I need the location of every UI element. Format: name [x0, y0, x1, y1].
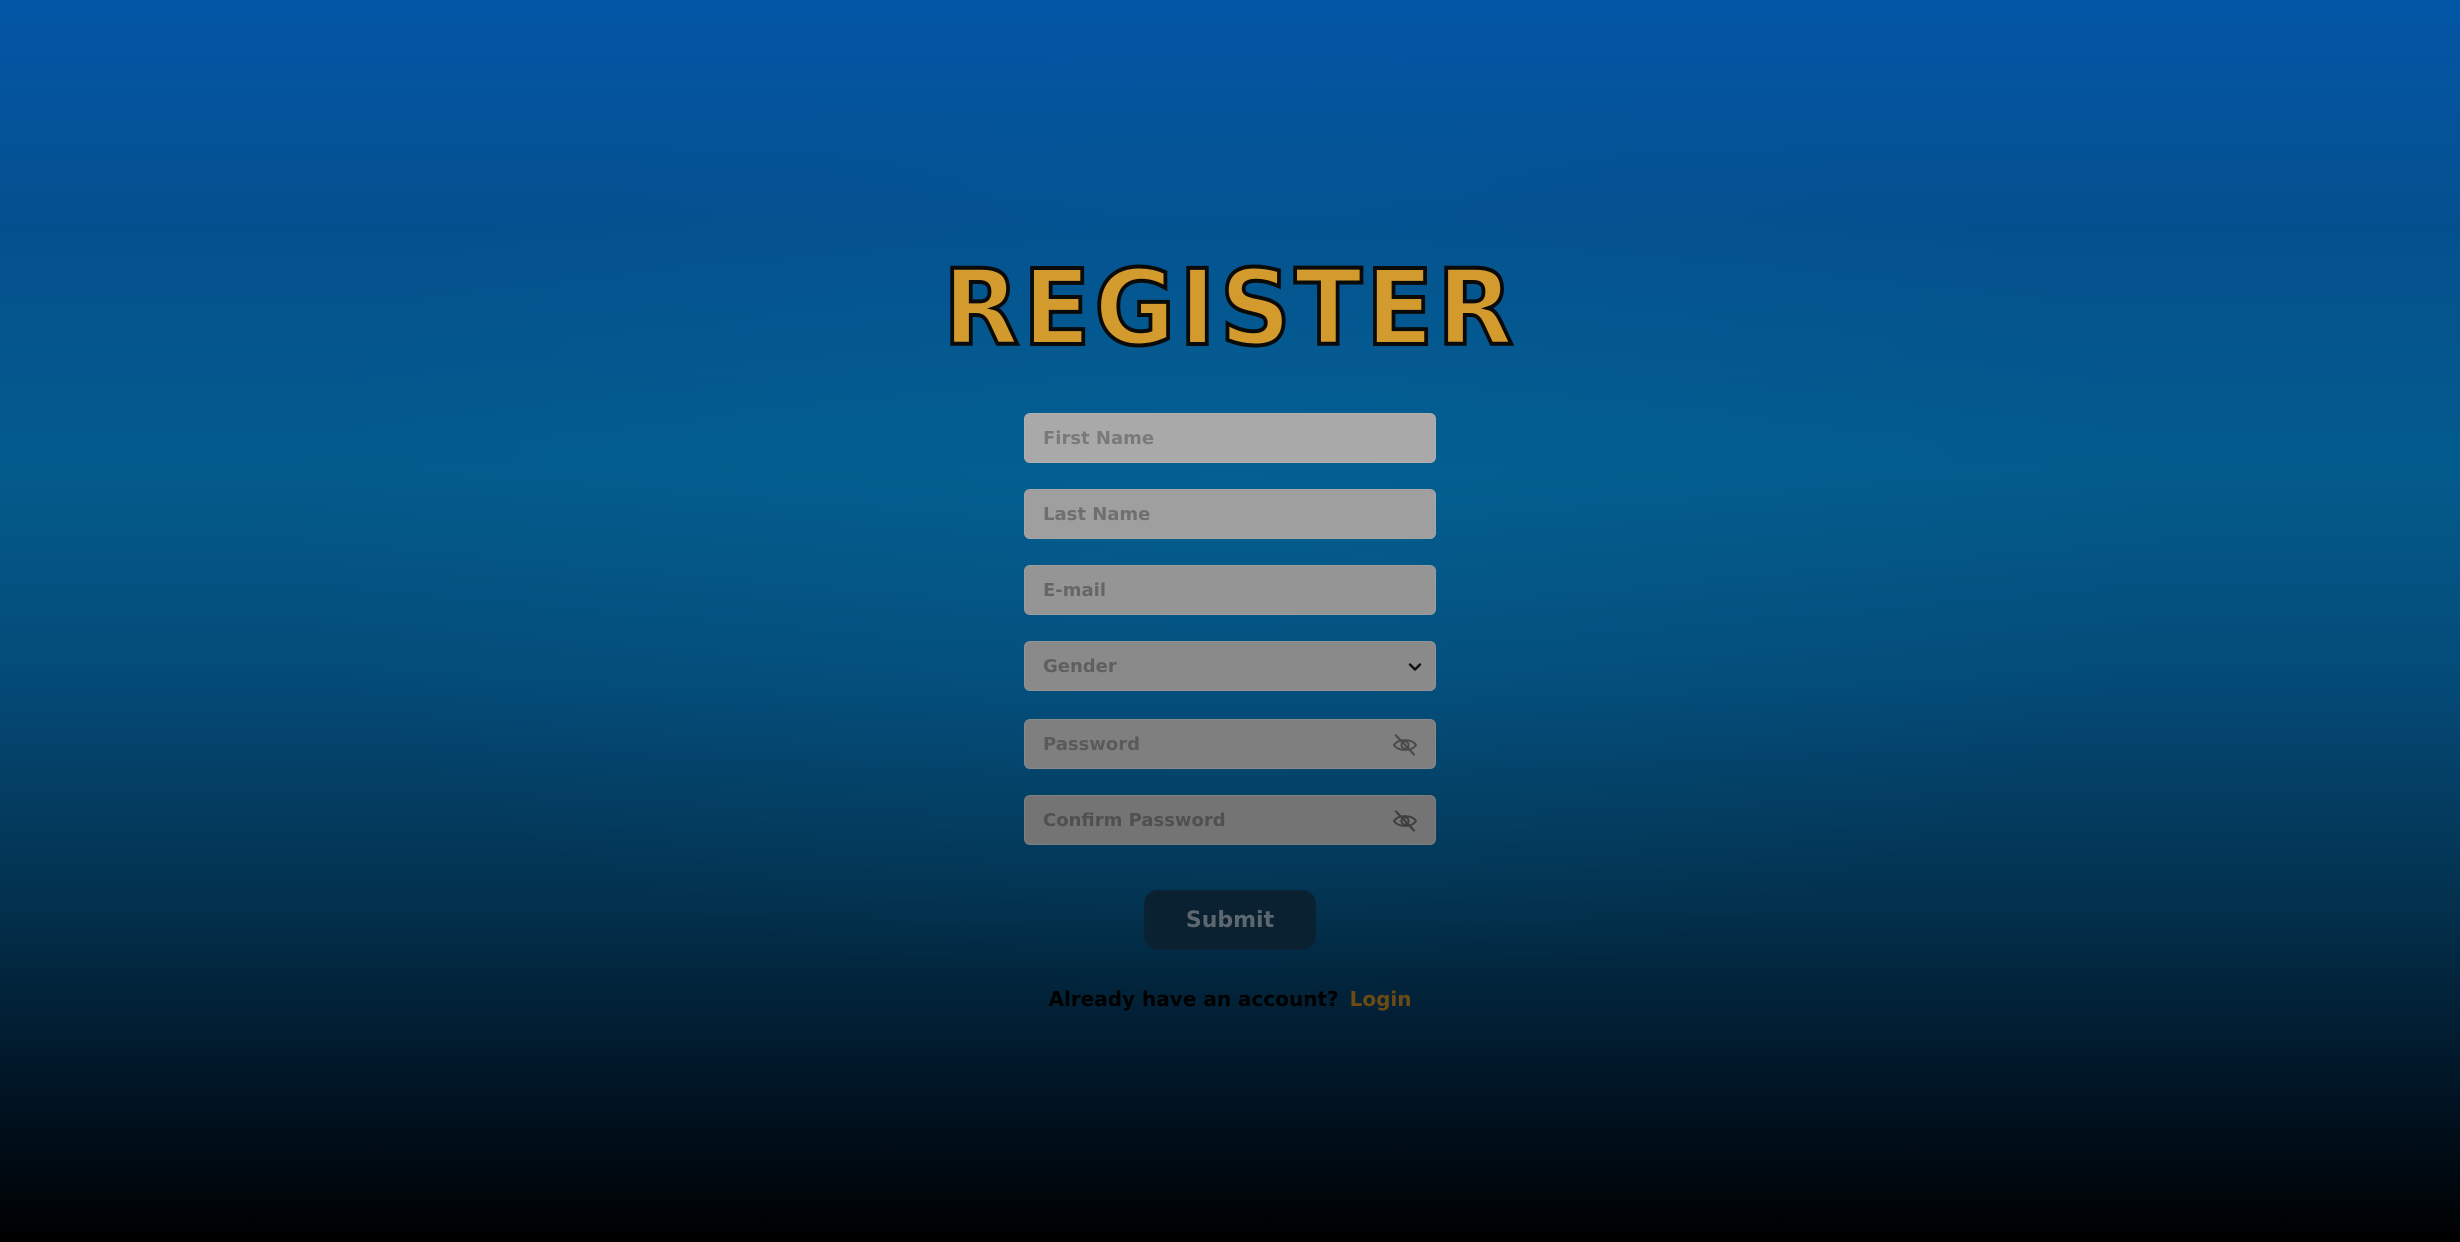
first-name-field: [1024, 413, 1436, 463]
chevron-down-icon: [1408, 663, 1422, 671]
gender-select[interactable]: Gender: [1025, 642, 1435, 690]
confirm-password-field: [1024, 795, 1436, 845]
email-field: [1024, 565, 1436, 615]
last-name-field: [1024, 489, 1436, 539]
first-name-input[interactable]: [1025, 414, 1435, 462]
password-input[interactable]: [1025, 720, 1435, 768]
last-name-input[interactable]: [1025, 490, 1435, 538]
password-field: [1024, 719, 1436, 769]
gender-field: Gender: [1024, 641, 1436, 691]
submit-button[interactable]: Submit: [1144, 890, 1316, 950]
email-input[interactable]: [1025, 566, 1435, 614]
register-form: Gender: [1024, 413, 1436, 871]
title-container: REGISTER: [0, 247, 2460, 369]
page-title: REGISTER: [941, 247, 1517, 369]
submit-container: Submit: [1144, 890, 1316, 950]
confirm-password-input[interactable]: [1025, 796, 1435, 844]
login-prompt-text: Already have an account?: [1048, 987, 1339, 1011]
eye-off-icon[interactable]: [1391, 808, 1419, 834]
login-prompt: Already have an account? Login: [0, 987, 2460, 1011]
login-link[interactable]: Login: [1350, 987, 1412, 1011]
eye-off-icon[interactable]: [1391, 732, 1419, 758]
